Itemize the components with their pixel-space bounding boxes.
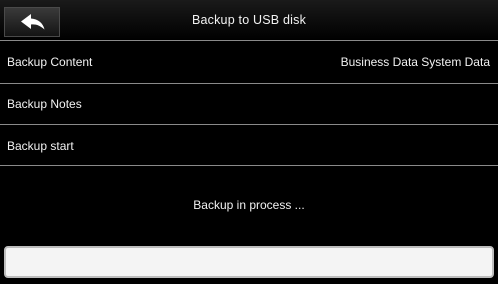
backup-notes-label: Backup Notes	[7, 97, 82, 111]
backup-screen: Backup to USB disk Backup Content Busine…	[0, 0, 498, 284]
backup-start-row[interactable]: Backup start	[0, 124, 498, 166]
page-title: Backup to USB disk	[191, 13, 307, 27]
backup-content-row[interactable]: Backup Content Business Data System Data	[0, 40, 498, 83]
backup-progress-bar	[4, 246, 494, 278]
backup-content-label: Backup Content	[7, 55, 93, 69]
backup-notes-row[interactable]: Backup Notes	[0, 83, 498, 124]
backup-content-value: Business Data System Data	[340, 55, 490, 69]
backup-start-label: Backup start	[7, 139, 74, 153]
backup-status-text: Backup in process ...	[193, 198, 305, 212]
title-bar: Backup to USB disk	[0, 0, 498, 40]
